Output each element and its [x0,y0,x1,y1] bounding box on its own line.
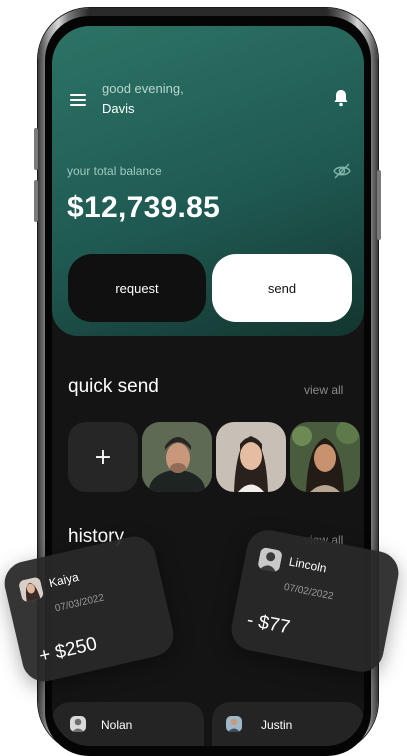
user-name: Davis [102,101,135,116]
history-item-name: Justin [261,718,293,732]
history-item-amount: + $250 [37,633,100,668]
history-item-name: Kaiya [47,569,81,591]
power-button [377,170,381,240]
avatar [257,546,283,573]
avatar [17,576,45,603]
contact-avatar[interactable] [290,422,360,492]
balance-label: your total balance [67,164,162,178]
send-button[interactable]: send [212,254,352,322]
avatar [70,716,86,732]
hamburger-menu-icon[interactable] [70,94,86,106]
history-item-amount: - $77 [245,609,292,639]
volume-up-button [34,128,38,170]
volume-down-button [34,180,38,222]
history-item-date: 07/02/2022 [282,581,335,603]
contact-avatar[interactable] [142,422,212,492]
greeting-text: good evening, [102,81,184,96]
history-item-date: 07/03/2022 [53,592,106,615]
bell-icon[interactable] [333,89,349,107]
quick-send-view-all[interactable]: view all [304,383,343,397]
add-contact-button[interactable]: + [68,422,138,492]
request-button[interactable]: request [68,254,206,322]
history-item-name: Nolan [101,718,133,732]
avatar [226,716,242,732]
balance-amount: $12,739.85 [67,191,221,224]
balance-header: good evening, Davis your total balance $… [52,26,364,336]
history-item-name: Lincoln [287,554,328,576]
contact-avatar[interactable] [216,422,286,492]
eye-off-icon[interactable] [332,161,352,181]
quick-send-title: quick send [68,376,159,397]
